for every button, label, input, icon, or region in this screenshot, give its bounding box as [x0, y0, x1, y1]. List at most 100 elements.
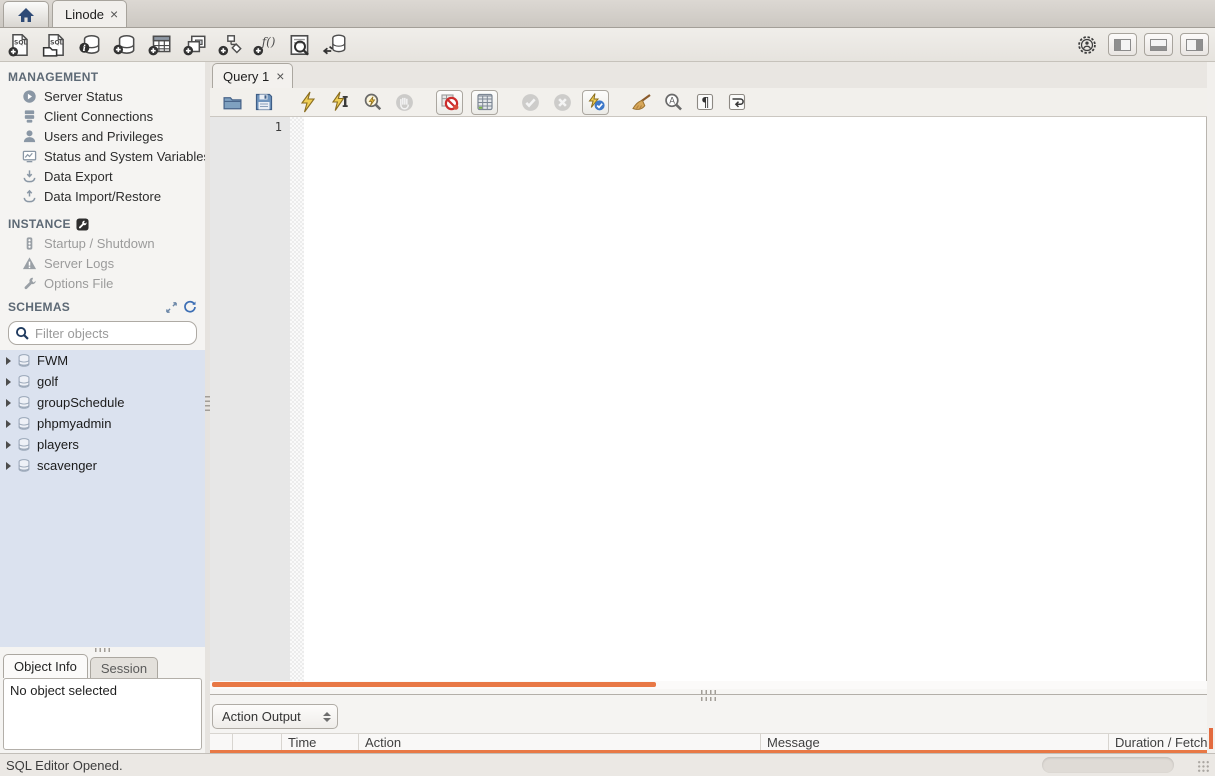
expand-arrow-icon[interactable] [6, 461, 11, 470]
object-info-message: No object selected [10, 683, 117, 698]
toggle-right-sidebar-icon [1186, 38, 1203, 51]
database-info-button[interactable]: i [76, 31, 104, 59]
explain-button[interactable] [360, 90, 384, 114]
search-table-data-button[interactable] [286, 31, 314, 59]
schema-filter-input[interactable] [35, 325, 211, 341]
tab-object-info[interactable]: Object Info [3, 654, 88, 678]
expand-schemas-icon[interactable] [165, 301, 178, 314]
sidebar-item-data-import[interactable]: Data Import/Restore [0, 186, 205, 206]
sidebar-item-server-logs[interactable]: Server Logs [0, 253, 205, 273]
sidebar-item-status-variables[interactable]: Status and System Variables [0, 146, 210, 166]
toggle-bottom-output-button[interactable] [1144, 33, 1173, 56]
close-tab-icon[interactable]: × [110, 7, 118, 21]
schemas-section-header: SCHEMAS [0, 298, 205, 316]
schema-label: phpmyadmin [37, 416, 112, 431]
save-script-button[interactable] [252, 90, 276, 114]
output-col-index[interactable] [232, 734, 281, 750]
stop-button[interactable] [392, 90, 416, 114]
tab-label: Session [100, 660, 148, 676]
splitter-grip [701, 689, 716, 694]
toggle-right-sidebar-button[interactable] [1180, 33, 1209, 56]
find-button[interactable]: A [661, 90, 685, 114]
sidebar-item-startup-shutdown[interactable]: Startup / Shutdown [0, 233, 205, 253]
home-tab[interactable] [3, 1, 49, 27]
toggle-bottom-output-icon [1150, 38, 1167, 51]
management-section-header: MANAGEMENT [0, 68, 205, 86]
sidebar-item-options-file[interactable]: Options File [0, 273, 205, 293]
code-fold-margin [290, 117, 304, 681]
instance-section-header: INSTANCE [0, 215, 205, 233]
new-sql-tab-button[interactable]: SQL [6, 31, 34, 59]
beautify-button[interactable] [629, 90, 653, 114]
preferences-button[interactable] [1073, 31, 1101, 59]
progress-indicator [1042, 757, 1174, 773]
rollback-button[interactable] [550, 90, 574, 114]
sidebar-item-client-connections[interactable]: Client Connections [0, 106, 205, 126]
create-function-button[interactable]: f() [251, 31, 279, 59]
sidebar-item-server-status[interactable]: Server Status [0, 86, 205, 106]
instance-config-icon[interactable] [76, 217, 89, 231]
wrap-text-button[interactable] [725, 90, 749, 114]
status-variables-icon [22, 149, 37, 164]
query-tab[interactable]: Query 1 × [212, 63, 294, 88]
output-col-duration[interactable]: Duration / Fetch [1108, 734, 1207, 750]
expand-arrow-icon[interactable] [6, 440, 11, 449]
tab-session[interactable]: Session [89, 657, 159, 678]
create-schema-button[interactable] [111, 31, 139, 59]
client-connections-icon [22, 109, 37, 124]
sql-text-area[interactable] [304, 117, 1207, 681]
show-invisibles-button[interactable]: ¶ [693, 90, 717, 114]
create-view-button[interactable] [181, 31, 209, 59]
create-procedure-button[interactable] [216, 31, 244, 59]
resize-grip[interactable] [1196, 758, 1209, 772]
window-tab-bar: Linode × [0, 0, 1215, 28]
output-selector[interactable]: Action Output [212, 704, 338, 729]
reconnect-dbms-button[interactable] [321, 31, 349, 59]
schemas-header-label: SCHEMAS [8, 300, 71, 314]
sidebar-item-data-export[interactable]: Data Export [0, 166, 205, 186]
line-number-gutter: 1 [210, 117, 290, 681]
scrollbar-thumb[interactable] [212, 682, 656, 687]
navigator-sidebar: MANAGEMENT Server Status Client Connecti… [0, 62, 211, 753]
expand-arrow-icon[interactable] [6, 356, 11, 365]
expand-arrow-icon[interactable] [6, 398, 11, 407]
data-export-icon [22, 169, 37, 184]
autocommit-toggle[interactable] [582, 89, 609, 115]
toggle-left-sidebar-button[interactable] [1108, 33, 1137, 56]
main-toolbar: SQL SQL i f() [0, 28, 1215, 62]
output-col-status[interactable] [210, 734, 232, 750]
create-table-button[interactable] [146, 31, 174, 59]
limit-rows-toggle[interactable] [471, 89, 498, 115]
schema-row-players[interactable]: players [0, 434, 205, 455]
schema-row-phpmyadmin[interactable]: phpmyadmin [0, 413, 205, 434]
schema-list: FWM golf groupSchedule phpmyadmin player… [0, 350, 205, 647]
status-bar: SQL Editor Opened. [0, 753, 1215, 776]
execute-current-button[interactable] [328, 90, 352, 114]
sidebar-vertical-splitter[interactable] [205, 62, 210, 753]
sql-editor-area: Query 1 × A ¶ 1 Action Output Time Actio… [210, 62, 1213, 753]
schema-row-scavenger[interactable]: scavenger [0, 455, 205, 476]
output-col-time[interactable]: Time [281, 734, 358, 750]
execute-button[interactable] [296, 90, 320, 114]
output-col-message[interactable]: Message [760, 734, 1108, 750]
expand-arrow-icon[interactable] [6, 419, 11, 428]
sidebar-item-label: Startup / Shutdown [44, 235, 155, 251]
expand-arrow-icon[interactable] [6, 377, 11, 386]
open-sql-script-button[interactable]: SQL [41, 31, 69, 59]
schema-row-golf[interactable]: golf [0, 371, 205, 392]
schema-row-groupschedule[interactable]: groupSchedule [0, 392, 205, 413]
output-col-action[interactable]: Action [358, 734, 760, 750]
svg-text:A: A [669, 95, 675, 105]
output-vertical-scrollbar[interactable] [1209, 728, 1213, 749]
sidebar-item-users-privileges[interactable]: Users and Privileges [0, 126, 205, 146]
sql-editor-toolbar: A ¶ [210, 88, 1207, 117]
schema-row-fwm[interactable]: FWM [0, 350, 205, 371]
svg-text:SQL: SQL [14, 39, 27, 46]
refresh-schemas-icon[interactable] [183, 300, 197, 314]
commit-button[interactable] [518, 90, 542, 114]
close-query-tab-icon[interactable]: × [276, 69, 284, 83]
mysql-workbench-window: Linode × SQL SQL i f() MANAGEMENT Server… [0, 0, 1215, 776]
connection-tab[interactable]: Linode × [52, 0, 128, 27]
stop-on-error-toggle[interactable] [436, 89, 463, 115]
open-script-button[interactable] [220, 90, 244, 114]
